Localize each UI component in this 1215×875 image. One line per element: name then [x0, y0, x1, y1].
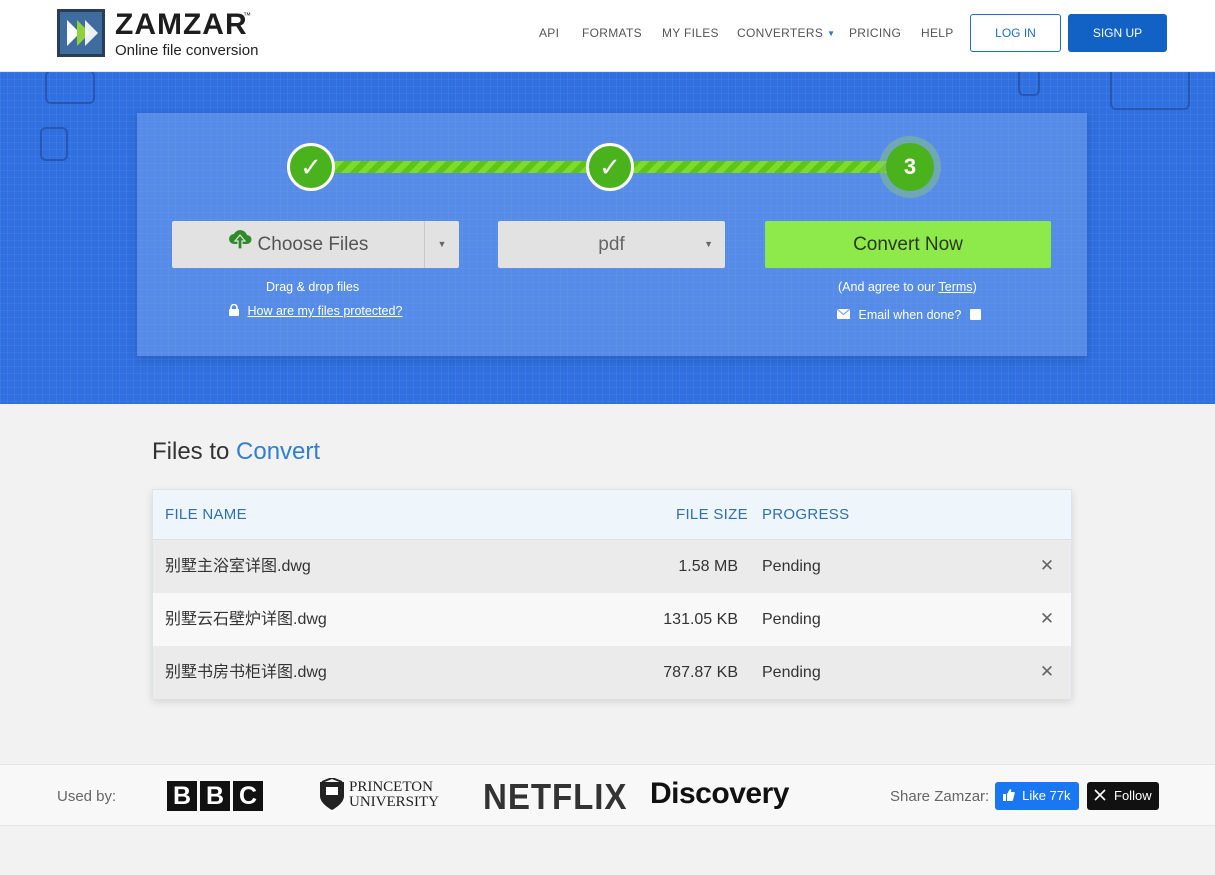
login-button[interactable]: LOG IN — [970, 14, 1061, 52]
file-name-cell: 别墅书房书柜详图.dwg — [165, 664, 327, 681]
brand-name[interactable]: ZAMZAR — [115, 8, 248, 42]
terms-suffix: ) — [972, 280, 977, 294]
princeton-logo: PRINCETON UNIVERSITY — [318, 776, 439, 817]
protection-info: How are my files protected? — [228, 303, 402, 318]
files-title-accent: Convert — [236, 438, 321, 465]
step-2-check-icon: ✓ — [586, 143, 634, 191]
bbc-letter: B — [200, 781, 230, 811]
terms-link[interactable]: Terms — [939, 280, 973, 294]
table-row: 别墅主浴室详图.dwg 1.58 MB Pending ✕ — [153, 540, 1071, 593]
bbc-logo: BBC — [167, 781, 266, 811]
nav-my-files[interactable]: MY FILES — [662, 26, 719, 40]
remove-file-close-icon[interactable]: ✕ — [1037, 662, 1057, 682]
terms-prefix: (And agree to our — [838, 280, 939, 294]
step-1-check-icon: ✓ — [287, 143, 335, 191]
nav-converters[interactable]: CONVERTERS ▼ — [737, 26, 835, 40]
nav-converters-label: CONVERTERS — [737, 26, 824, 40]
chevron-down-icon: ▼ — [827, 29, 836, 39]
brand-tagline: Online file conversion — [115, 42, 259, 59]
share-label: Share Zamzar: — [890, 788, 990, 805]
nav-formats[interactable]: FORMATS — [582, 26, 642, 40]
drag-drop-hint: Drag & drop files — [266, 280, 360, 294]
progress-cell: Pending — [762, 558, 821, 575]
thumbs-up-icon — [1003, 788, 1022, 803]
table-row: 别墅云石壁炉详图.dwg 131.05 KB Pending ✕ — [153, 593, 1071, 646]
upload-cloud-icon — [228, 221, 252, 268]
trademark-symbol: ™ — [243, 11, 251, 20]
follow-label: Follow — [1114, 788, 1152, 803]
table-header — [153, 490, 1071, 540]
nav-help[interactable]: HELP — [921, 26, 954, 40]
progress-cell: Pending — [762, 664, 821, 681]
discovery-logo: Discovery — [650, 777, 789, 810]
convert-now-button[interactable]: Convert Now — [765, 221, 1051, 268]
remove-file-close-icon[interactable]: ✕ — [1037, 556, 1057, 576]
file-name-cell: 别墅主浴室详图.dwg — [165, 558, 311, 575]
format-select[interactable]: pdf ▼ — [498, 221, 725, 268]
chevron-down-icon: ▼ — [437, 239, 447, 249]
conversion-panel: ✓ ✓ 3 Choose Files ▼ Drag & drop files H… — [137, 113, 1087, 356]
used-by-label: Used by: — [57, 788, 117, 805]
file-size-cell: 1.58 MB — [678, 558, 738, 575]
email-option: Email when done? — [836, 308, 982, 322]
column-file-size: FILE SIZE — [676, 506, 748, 523]
princeton-shield-icon — [320, 776, 344, 810]
column-file-name: FILE NAME — [165, 506, 247, 523]
file-size-cell: 131.05 KB — [663, 611, 738, 628]
zamzar-logo-icon[interactable] — [57, 9, 105, 57]
used-by-strip: Used by: BBC PRINCETON UNIVERSITY NETFLI… — [0, 764, 1215, 826]
laptop-decoration-icon — [1110, 72, 1190, 110]
nav-pricing[interactable]: PRICING — [849, 26, 901, 40]
files-title-prefix: Files to — [152, 438, 230, 465]
converter-hero: ✓ ✓ 3 Choose Files ▼ Drag & drop files H… — [0, 72, 1215, 404]
choose-files-dropdown[interactable]: ▼ — [425, 221, 459, 268]
terms-notice: (And agree to our Terms) — [838, 280, 977, 294]
princeton-line-2: UNIVERSITY — [349, 794, 439, 810]
file-name-cell: 别墅云石壁炉详图.dwg — [165, 611, 327, 628]
nav-api[interactable]: API — [539, 26, 559, 40]
choose-files-control: Choose Files ▼ — [172, 221, 459, 268]
step-3-indicator: 3 — [886, 143, 934, 191]
files-table: FILE NAME FILE SIZE PROGRESS 别墅主浴室详图.dwg… — [152, 489, 1072, 699]
email-when-done-label: Email when done? — [858, 308, 962, 322]
like-count-label: Like 77k — [1022, 788, 1071, 803]
chevron-down-icon: ▼ — [704, 239, 713, 249]
table-row: 别墅书房书柜详图.dwg 787.87 KB Pending ✕ — [153, 646, 1071, 699]
princeton-wordmark: PRINCETON UNIVERSITY — [349, 780, 439, 810]
lock-icon — [228, 303, 247, 318]
x-follow-button[interactable]: Follow — [1087, 782, 1159, 810]
site-header: ZAMZAR ™ Online file conversion API FORM… — [0, 0, 1215, 72]
document-decoration-icon — [1018, 72, 1040, 96]
netflix-logo: NETFLIX — [483, 776, 628, 817]
progress-cell: Pending — [762, 611, 821, 628]
column-progress: PROGRESS — [762, 506, 850, 523]
selected-format: pdf — [598, 234, 625, 255]
choose-files-button[interactable]: Choose Files — [172, 221, 424, 268]
bbc-letter: C — [233, 781, 263, 811]
facebook-like-button[interactable]: Like 77k — [995, 782, 1079, 810]
image-decoration-icon — [40, 127, 68, 161]
video-decoration-icon — [45, 72, 95, 104]
princeton-line-1: PRINCETON — [349, 779, 433, 795]
choose-files-label: Choose Files — [257, 234, 369, 255]
remove-file-close-icon[interactable]: ✕ — [1037, 609, 1057, 629]
files-protected-link[interactable]: How are my files protected? — [247, 304, 402, 318]
signup-button[interactable]: SIGN UP — [1068, 14, 1167, 52]
bbc-letter: B — [167, 781, 197, 811]
file-size-cell: 787.87 KB — [663, 664, 738, 681]
x-logo-icon — [1094, 788, 1114, 803]
envelope-icon — [836, 308, 858, 322]
email-when-done-checkbox[interactable] — [970, 309, 982, 320]
files-section-title: Files to Convert — [152, 438, 320, 466]
